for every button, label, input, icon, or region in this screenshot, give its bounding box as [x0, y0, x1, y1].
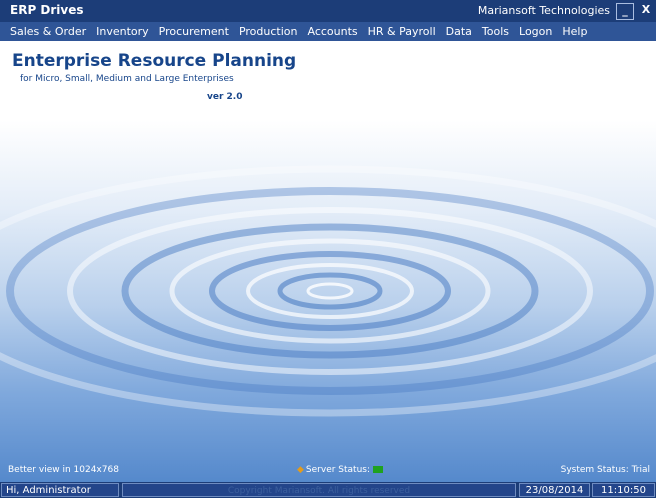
- close-button[interactable]: X: [638, 3, 654, 18]
- menu-hr-payroll[interactable]: HR & Payroll: [368, 25, 436, 38]
- server-status-label: Server Status:: [305, 465, 371, 475]
- date-display: 23/08/2014: [519, 483, 590, 497]
- menu-sales-order[interactable]: Sales & Order: [10, 25, 86, 38]
- server-icon: ◆: [297, 465, 304, 475]
- main-area: Enterprise Resource Planning for Micro, …: [0, 41, 656, 482]
- copyright-text: Copyright Mariansoft. All rights reserve…: [122, 483, 516, 497]
- menu-logon[interactable]: Logon: [519, 25, 552, 38]
- menu-data[interactable]: Data: [446, 25, 472, 38]
- time-display: 11:10:50: [592, 483, 655, 497]
- version-label: ver 2.0: [207, 92, 243, 102]
- server-status-indicator: [373, 466, 384, 473]
- app-title: ERP Drives: [10, 3, 84, 17]
- better-view-note: Better view in 1024x768: [8, 465, 119, 475]
- server-status: ◆ Server Status:: [297, 465, 384, 475]
- status-bar: Hi, Administrator Copyright Mariansoft. …: [0, 482, 656, 498]
- company-name: Mariansoft Technologies: [477, 4, 610, 17]
- page-subtitle: for Micro, Small, Medium and Large Enter…: [20, 74, 234, 84]
- menu-production[interactable]: Production: [239, 25, 298, 38]
- system-status: System Status: Trial: [560, 465, 650, 475]
- menu-help[interactable]: Help: [562, 25, 587, 38]
- title-bar: ERP Drives Mariansoft Technologies _ X: [0, 0, 656, 22]
- user-greeting: Hi, Administrator: [1, 483, 119, 497]
- menu-procurement[interactable]: Procurement: [159, 25, 229, 38]
- water-ripple-background: [0, 165, 656, 417]
- menu-inventory[interactable]: Inventory: [96, 25, 149, 38]
- menu-accounts[interactable]: Accounts: [307, 25, 357, 38]
- minimize-button[interactable]: _: [616, 3, 634, 20]
- menu-tools[interactable]: Tools: [482, 25, 509, 38]
- menu-bar: Sales & Order Inventory Procurement Prod…: [0, 22, 656, 41]
- page-title: Enterprise Resource Planning: [12, 51, 297, 71]
